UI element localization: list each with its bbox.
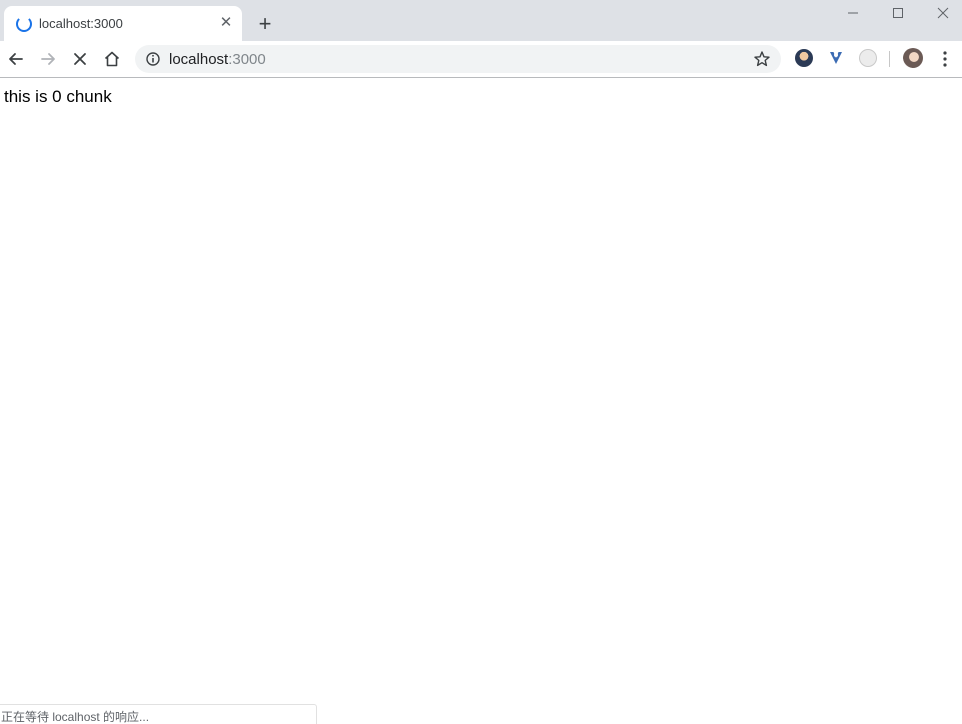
extension-circle-icon[interactable] — [859, 49, 877, 67]
tab-close-icon[interactable]: ✕ — [218, 15, 234, 31]
toolbar-separator — [889, 51, 890, 67]
home-icon — [104, 51, 120, 67]
new-tab-button[interactable]: + — [253, 12, 277, 36]
browser-window: localhost:3000 ✕ + localhost:3000 this i… — [0, 0, 962, 724]
maximize-button[interactable] — [875, 0, 921, 28]
minimize-button[interactable] — [830, 0, 876, 28]
info-icon[interactable] — [145, 51, 161, 67]
tab-strip: localhost:3000 ✕ + — [0, 0, 962, 41]
browser-menu-button[interactable] — [936, 49, 954, 69]
forward-button[interactable] — [35, 46, 61, 72]
back-arrow-icon — [9, 53, 23, 65]
window-close-button[interactable] — [920, 0, 962, 28]
maximize-icon — [893, 8, 903, 18]
back-button[interactable] — [3, 46, 29, 72]
profile-avatar-icon[interactable] — [903, 48, 923, 68]
extension-v-icon[interactable] — [827, 49, 845, 67]
browser-toolbar: localhost:3000 — [0, 41, 962, 78]
page-body-text: this is 0 chunk — [4, 87, 112, 106]
loading-spinner-icon — [16, 16, 32, 32]
stop-loading-icon — [74, 53, 86, 65]
window-close-icon — [937, 7, 949, 19]
url-host: localhost — [169, 51, 229, 68]
forward-arrow-icon — [41, 53, 55, 65]
page-content: this is 0 chunk 正在等待 localhost 的响应... — [0, 78, 962, 724]
home-button[interactable] — [99, 46, 125, 72]
bookmark-star-icon[interactable] — [753, 50, 771, 68]
stop-loading-button[interactable] — [67, 46, 93, 72]
tab-localhost[interactable]: localhost:3000 ✕ — [4, 6, 242, 41]
address-bar[interactable]: localhost:3000 — [135, 45, 781, 73]
status-text: 正在等待 localhost 的响应... — [1, 710, 150, 724]
status-bubble: 正在等待 localhost 的响应... — [0, 704, 317, 724]
url-port: :3000 — [228, 51, 266, 68]
tab-title: localhost:3000 — [39, 16, 123, 31]
extension-avatar-icon[interactable] — [795, 49, 813, 67]
address-url[interactable]: localhost:3000 — [169, 51, 266, 68]
kebab-menu-icon — [943, 51, 947, 67]
minimize-icon — [848, 12, 858, 14]
